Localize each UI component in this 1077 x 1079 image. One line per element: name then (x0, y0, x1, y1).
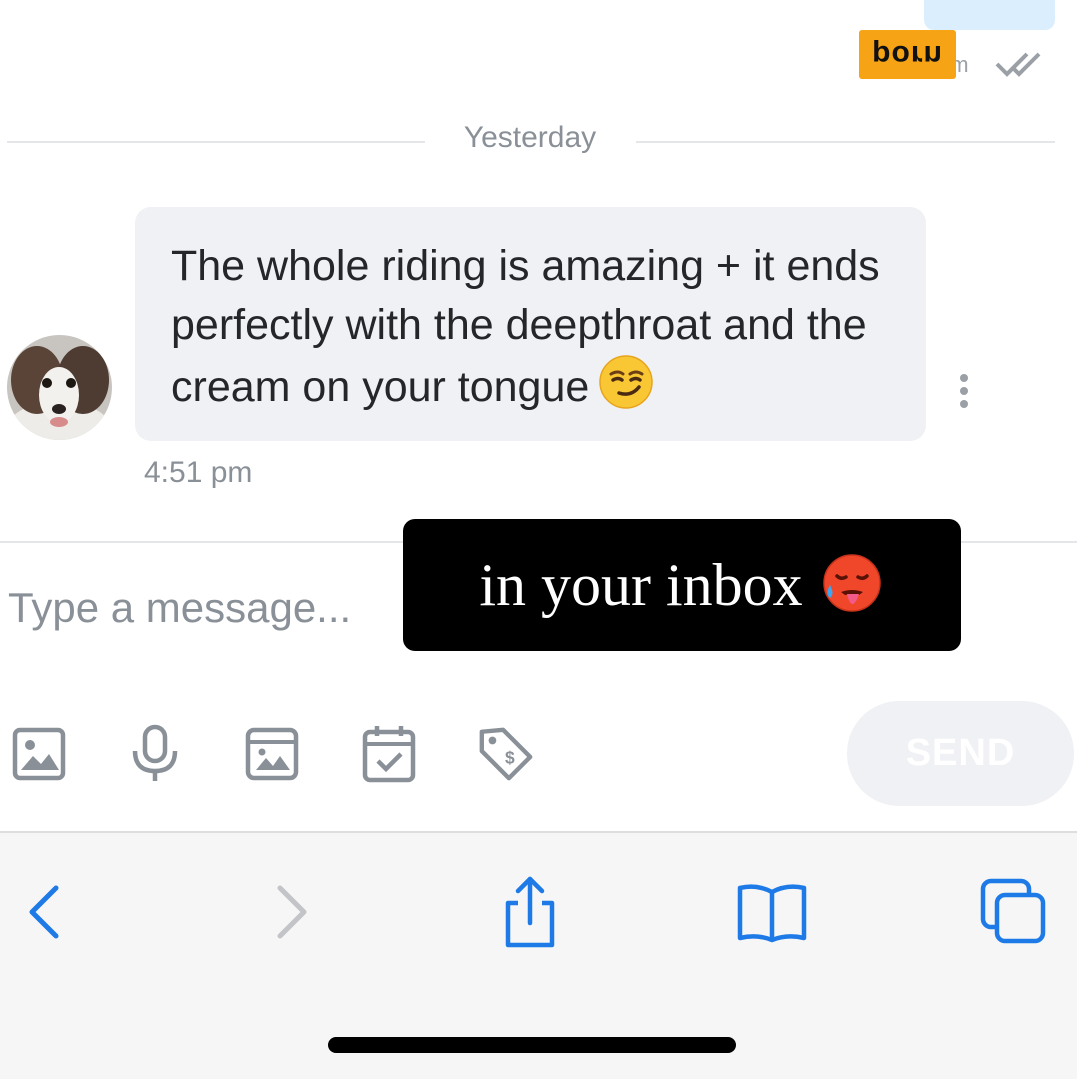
calendar-check-icon (362, 726, 416, 783)
schedule-message-button[interactable] (359, 723, 419, 785)
home-indicator (328, 1037, 736, 1053)
caption-overlay: in your inbox (403, 519, 961, 651)
media-vault-button[interactable] (242, 723, 302, 785)
browser-forward-button[interactable] (262, 872, 322, 952)
previous-message-bubble (924, 0, 1055, 30)
microphone-icon (132, 724, 178, 781)
browser-bookmarks-button[interactable] (733, 872, 811, 952)
message-input[interactable] (0, 570, 408, 646)
book-icon (737, 884, 807, 943)
tabs-icon (980, 878, 1046, 944)
caption-text: in your inbox (479, 551, 803, 618)
divider-line-left (7, 141, 425, 143)
price-message-button[interactable]: $ (476, 723, 536, 785)
read-checkmarks-icon (995, 52, 1041, 77)
browser-back-button[interactable] (14, 872, 74, 952)
send-button[interactable]: SEND (847, 701, 1074, 806)
price-tag-icon: $ (479, 727, 533, 781)
message-bubble[interactable]: The whole riding is amazing + it ends pe… (135, 207, 926, 441)
watermark-logo: porn (859, 30, 956, 79)
browser-tabs-button[interactable] (975, 872, 1053, 952)
avatar[interactable] (7, 335, 112, 440)
image-icon (12, 727, 66, 781)
dog-avatar-image (7, 335, 112, 440)
divider-line-right (636, 141, 1055, 143)
share-icon (505, 876, 555, 948)
date-divider-label: Yesterday (463, 121, 597, 154)
attach-image-button[interactable] (9, 723, 69, 785)
chevron-right-icon (277, 885, 307, 939)
svg-text:$: $ (505, 748, 515, 768)
hot-face-emoji-icon (822, 554, 881, 612)
voice-message-button[interactable] (125, 723, 185, 785)
more-options-icon[interactable] (954, 373, 974, 409)
smirking-face-emoji-icon (599, 355, 654, 409)
message-timestamp: 4:51 pm (144, 456, 253, 489)
message-text: The whole riding is amazing + it ends pe… (171, 242, 880, 411)
chevron-left-icon (29, 885, 59, 939)
browser-share-button[interactable] (494, 872, 566, 952)
media-vault-icon (245, 727, 299, 781)
